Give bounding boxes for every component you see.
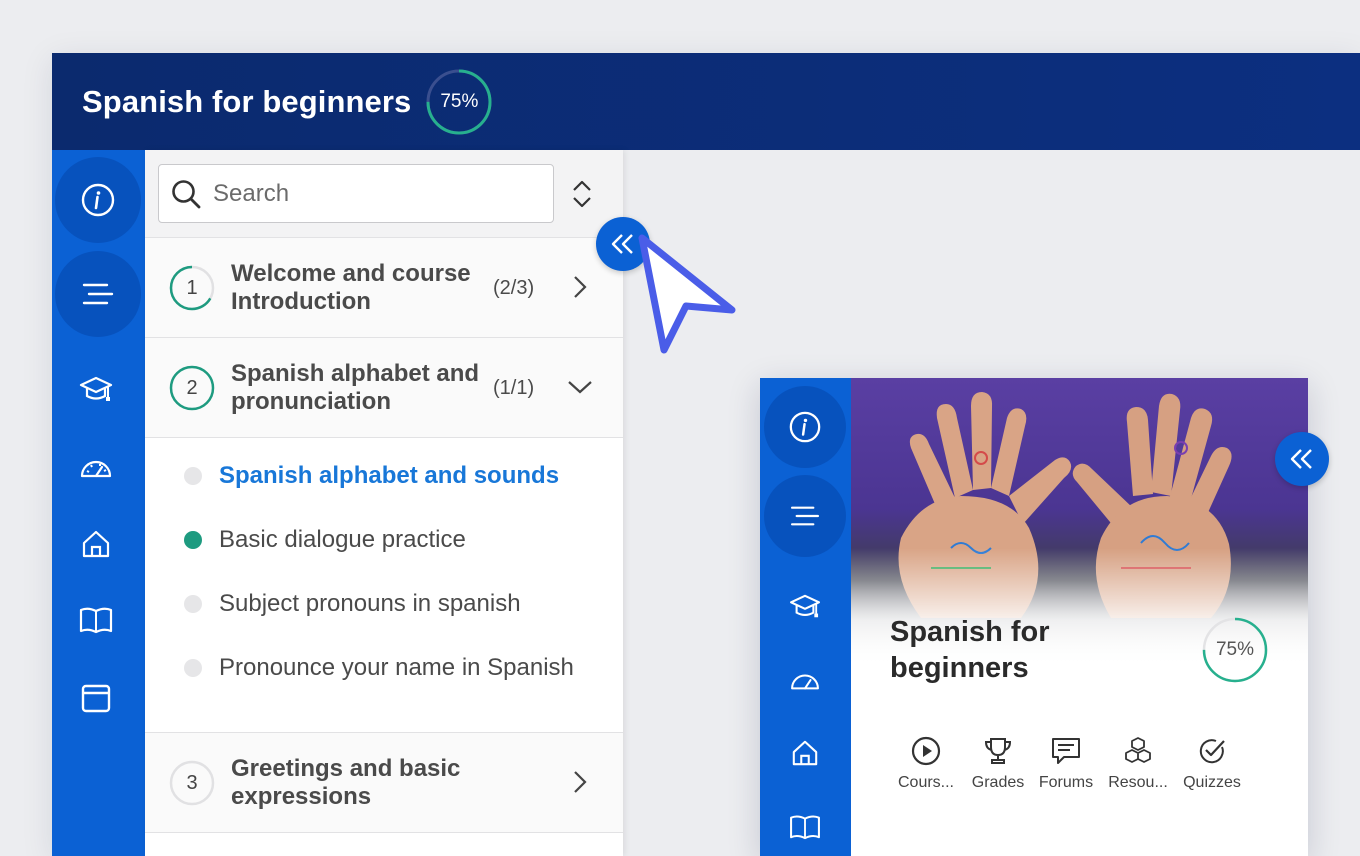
lesson-label: Subject pronouns in spanish xyxy=(219,590,521,617)
side-rail xyxy=(52,150,145,856)
nav-forums-button[interactable]: Forums xyxy=(1026,734,1106,792)
menu-icon xyxy=(82,283,114,305)
mobile-home-button[interactable] xyxy=(786,734,824,772)
rail-info-button[interactable] xyxy=(55,157,141,243)
lesson-list: Spanish alphabet and sounds Basic dialog… xyxy=(145,438,623,733)
lesson-status-dot xyxy=(184,467,202,485)
search-input[interactable] xyxy=(213,179,513,208)
chevron-right-icon xyxy=(565,767,595,797)
course-outline-panel: 1 Welcome and course Introduction (2/3) … xyxy=(145,150,623,856)
section-progress-ring: 1 xyxy=(169,265,215,311)
mobile-grades-button[interactable] xyxy=(786,588,824,626)
chevron-down-icon xyxy=(565,372,595,402)
mobile-side-rail xyxy=(760,378,851,856)
course-header: Spanish for beginners 75% xyxy=(52,53,1360,150)
chevron-up-down-icon xyxy=(573,180,591,208)
mobile-progress-label: 75% xyxy=(1215,639,1255,660)
play-circle-icon xyxy=(886,734,966,768)
info-icon xyxy=(81,183,115,217)
mobile-info-button[interactable] xyxy=(764,386,846,468)
check-circle-icon xyxy=(1172,734,1252,768)
search-icon xyxy=(172,179,201,208)
nav-quizzes-button[interactable]: Quizzes xyxy=(1172,734,1252,792)
mobile-dashboard-button[interactable] xyxy=(786,662,824,700)
lesson-item[interactable]: Subject pronouns in spanish xyxy=(145,584,623,624)
rail-menu-button[interactable] xyxy=(55,251,141,337)
nav-resources-button[interactable]: Resou... xyxy=(1098,734,1178,792)
section-row[interactable]: 1 Welcome and course Introduction (2/3) xyxy=(145,238,623,338)
lesson-label: Pronounce your name in Spanish xyxy=(219,654,574,681)
lesson-item[interactable]: Basic dialogue practice xyxy=(145,520,623,560)
info-icon xyxy=(789,411,821,443)
section-row[interactable]: 3 Greetings and basic expressions xyxy=(145,733,623,833)
rail-grades-button[interactable] xyxy=(76,370,116,410)
course-title: Spanish for beginners xyxy=(82,83,412,119)
rail-calendar-button[interactable] xyxy=(76,678,116,718)
section-number: 1 xyxy=(186,276,198,299)
dashboard-gauge-icon xyxy=(80,460,112,478)
graduation-cap-icon xyxy=(79,376,113,401)
section-count: (1/1) xyxy=(493,377,535,399)
lesson-status-dot xyxy=(184,595,202,613)
mobile-menu-button[interactable] xyxy=(764,475,846,557)
chevron-right-icon xyxy=(565,272,595,302)
calendar-icon xyxy=(81,684,111,713)
section-title: Greetings and basic expressions xyxy=(231,755,461,810)
lesson-item[interactable]: Spanish alphabet and sounds xyxy=(145,456,623,496)
menu-icon xyxy=(790,506,820,526)
lesson-status-dot xyxy=(184,659,202,677)
lesson-label: Spanish alphabet and sounds xyxy=(219,462,560,489)
book-icon xyxy=(79,607,113,634)
lesson-label: Basic dialogue practice xyxy=(219,526,466,553)
mobile-collapse-panel-button[interactable] xyxy=(1275,432,1329,486)
expand-collapse-all-button[interactable] xyxy=(565,177,599,211)
mouse-cursor-icon xyxy=(636,232,740,361)
mobile-preview: Spanish for beginners 75% Cours... Grade… xyxy=(760,378,1308,856)
rail-home-button[interactable] xyxy=(76,524,116,564)
home-icon xyxy=(792,740,818,766)
mobile-progress-ring: 75% xyxy=(1201,616,1269,684)
section-title: Welcome and course Introduction xyxy=(231,260,471,315)
search-field[interactable] xyxy=(158,164,554,223)
rail-book-button[interactable] xyxy=(76,600,116,640)
mobile-course-title: Spanish for beginners xyxy=(890,616,1050,684)
nav-label: Cours... xyxy=(897,774,954,791)
course-progress-label: 75% xyxy=(440,90,479,112)
section-title: Spanish alphabet and pronunciation xyxy=(231,360,480,415)
nav-course-button[interactable]: Cours... xyxy=(886,734,966,792)
cubes-icon xyxy=(1098,734,1178,768)
section-number: 3 xyxy=(186,771,198,794)
section-number: 2 xyxy=(186,376,198,399)
mobile-book-button[interactable] xyxy=(786,808,824,846)
nav-label: Resou... xyxy=(1108,774,1168,791)
section-count: (2/3) xyxy=(493,277,535,299)
search-row xyxy=(145,150,623,238)
home-icon xyxy=(82,530,110,558)
nav-label: Quizzes xyxy=(1183,774,1241,791)
lesson-status-dot xyxy=(184,531,202,549)
course-progress-ring: 75% xyxy=(425,68,493,136)
rail-dashboard-button[interactable] xyxy=(76,448,116,488)
book-icon xyxy=(790,815,820,840)
graduation-cap-icon xyxy=(789,594,821,618)
double-chevron-left-icon xyxy=(1290,449,1312,469)
dashboard-gauge-icon xyxy=(791,674,819,690)
section-row[interactable]: 2 Spanish alphabet and pronunciation (1/… xyxy=(145,338,623,438)
double-chevron-left-icon xyxy=(611,234,633,254)
forum-chat-icon xyxy=(1026,734,1106,768)
section-progress-ring: 3 xyxy=(169,760,215,806)
nav-label: Forums xyxy=(1038,774,1094,791)
section-progress-ring: 2 xyxy=(169,365,215,411)
lesson-item[interactable]: Pronounce your name in Spanish xyxy=(145,648,623,688)
